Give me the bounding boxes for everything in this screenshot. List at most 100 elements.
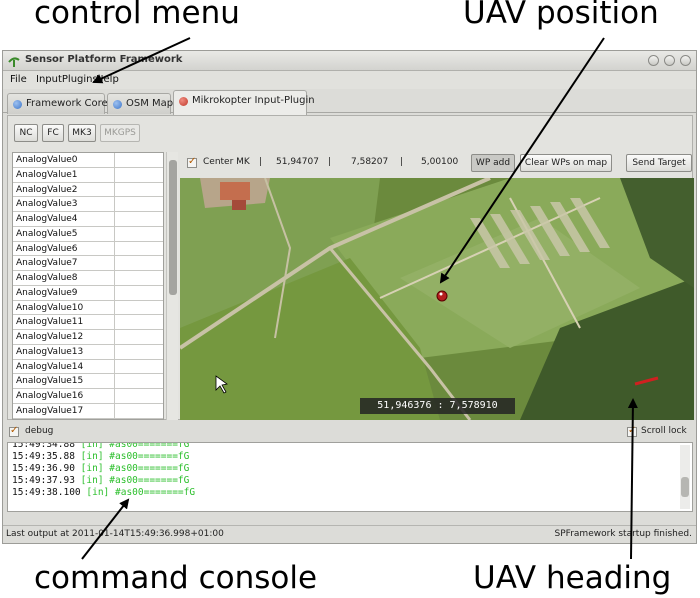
column-divider: [114, 167, 115, 182]
title-bar: Sensor Platform Framework: [3, 51, 696, 71]
list-item[interactable]: AnalogValue0: [13, 153, 163, 168]
list-item[interactable]: AnalogValue15: [13, 374, 163, 389]
fc-button[interactable]: FC: [42, 124, 64, 142]
annotation-uav-position: UAV position: [463, 0, 659, 31]
console-tag: [in]: [80, 475, 104, 486]
analog-value-label: AnalogValue2: [16, 184, 78, 195]
analog-values-list[interactable]: AnalogValue0 AnalogValue1 AnalogValue2 Anal…: [12, 152, 164, 420]
column-divider: [114, 389, 115, 403]
blue-ball-icon: [13, 100, 22, 109]
center-mk-checkbox[interactable]: [187, 156, 197, 168]
wp-add-button[interactable]: WP add: [471, 154, 515, 172]
longitude-value: 7,58207: [351, 157, 389, 167]
clear-wps-button[interactable]: Clear WPs on map: [520, 154, 612, 172]
list-item[interactable]: AnalogValue13: [13, 344, 163, 360]
list-item[interactable]: AnalogValue1: [13, 167, 163, 183]
command-console[interactable]: 15:49:34.88 [in] #as00=======fG 15:49:35.…: [7, 442, 693, 512]
analog-value-label: AnalogValue1: [16, 169, 78, 180]
close-button[interactable]: [680, 55, 691, 66]
scroll-lock-label: Scroll lock: [641, 426, 687, 436]
status-last-output: Last output at 2011-01-14T15:49:36.998+0…: [6, 529, 224, 539]
analog-value-label: AnalogValue16: [16, 391, 84, 401]
console-line: 15:49:38.100 [in] #as00=======fG: [12, 487, 195, 498]
console-scrollbar[interactable]: [680, 445, 690, 509]
console-tag: [in]: [80, 463, 104, 474]
menu-help[interactable]: Help: [96, 74, 119, 85]
map-imagery: [180, 178, 694, 420]
analog-value-label: AnalogValue12: [16, 332, 84, 342]
list-scrollbar[interactable]: [166, 152, 178, 420]
list-item[interactable]: AnalogValue9: [13, 285, 163, 301]
list-item[interactable]: AnalogValue6: [13, 241, 163, 257]
list-item[interactable]: AnalogValue14: [13, 359, 163, 375]
column-divider: [114, 285, 115, 300]
console-tag: [in]: [80, 451, 104, 462]
list-item[interactable]: AnalogValue5: [13, 226, 163, 242]
column-divider: [114, 271, 115, 285]
column-divider: [114, 226, 115, 241]
menu-file[interactable]: File: [10, 74, 27, 85]
console-line: 15:49:34.88 [in] #as00=======fG: [12, 442, 190, 450]
scrollbar-thumb[interactable]: [681, 477, 689, 497]
debug-label: debug: [25, 426, 54, 436]
list-item[interactable]: AnalogValue7: [13, 256, 163, 271]
console-tag: [in]: [80, 442, 104, 450]
console-message: #as00=======fG: [109, 442, 190, 450]
tab-mikrokopter-input-plugin[interactable]: Mikrokopter Input-Plugin: [173, 90, 315, 115]
menu-bar: File InputPlugins Help: [3, 71, 696, 89]
status-bar: Last output at 2011-01-14T15:49:36.998+0…: [3, 525, 696, 543]
analog-value-label: AnalogValue15: [16, 376, 84, 387]
maximize-button[interactable]: [664, 55, 675, 66]
console-timestamp: 15:49:34.88: [12, 442, 75, 450]
analog-value-label: AnalogValue13: [16, 346, 84, 357]
separator: |: [328, 157, 332, 167]
list-item[interactable]: AnalogValue10: [13, 300, 163, 316]
scrollbar-thumb[interactable]: [169, 160, 177, 295]
list-item[interactable]: AnalogValue2: [13, 182, 163, 198]
mk3-button[interactable]: MK3: [68, 124, 96, 142]
blue-ball-icon: [113, 100, 122, 109]
tab-label: Framework Core: [26, 98, 108, 109]
window-title: Sensor Platform Framework: [25, 54, 183, 65]
list-item[interactable]: AnalogValue17: [13, 403, 163, 419]
center-mk-label: Center MK: [203, 157, 250, 167]
analog-value-label: AnalogValue7: [16, 258, 78, 269]
list-item[interactable]: AnalogValue16: [13, 389, 163, 404]
tab-osm-map[interactable]: OSM Map: [107, 93, 173, 114]
column-divider: [114, 241, 115, 256]
analog-value-label: AnalogValue5: [16, 228, 78, 239]
tab-framework-core[interactable]: Framework Core: [7, 93, 108, 114]
separator: |: [259, 157, 263, 167]
annotation-command-console: command console: [34, 560, 318, 596]
console-line: 15:49:36.90 [in] #as00=======fG: [12, 463, 189, 474]
minimize-button[interactable]: [648, 55, 659, 66]
menu-input-plugins[interactable]: InputPlugins: [36, 74, 98, 85]
nc-button[interactable]: NC: [14, 124, 38, 142]
console-line: 15:49:37.93 [in] #as00=======fG: [12, 475, 189, 486]
column-divider: [114, 330, 115, 344]
scroll-lock-checkbox[interactable]: [627, 425, 637, 437]
separator: |: [400, 157, 404, 167]
satellite-dish-icon: [8, 57, 20, 67]
column-divider: [114, 153, 115, 167]
list-item[interactable]: AnalogValue4: [13, 212, 163, 227]
column-divider: [114, 374, 115, 388]
satellite-map[interactable]: 51,946376 : 7,578910: [180, 178, 694, 420]
console-options: debug Scroll lock: [7, 424, 693, 440]
plugin-panel: NC FC MK3 MKGPS AnalogValue0 AnalogValue1…: [7, 115, 694, 420]
column-divider: [114, 359, 115, 374]
list-item[interactable]: AnalogValue8: [13, 271, 163, 286]
mkgps-button[interactable]: MKGPS: [100, 124, 140, 142]
analog-value-label: AnalogValue3: [16, 199, 78, 210]
analog-value-label: AnalogValue0: [16, 155, 78, 165]
list-item[interactable]: AnalogValue11: [13, 315, 163, 330]
debug-checkbox[interactable]: [9, 425, 19, 437]
console-message: #as00=======fG: [115, 487, 196, 498]
console-timestamp: 15:49:36.90: [12, 463, 75, 474]
list-item[interactable]: AnalogValue12: [13, 330, 163, 345]
tab-label: Mikrokopter Input-Plugin: [192, 95, 315, 106]
send-target-button[interactable]: Send Target: [626, 154, 692, 172]
list-item[interactable]: AnalogValue3: [13, 197, 163, 212]
status-message: SPFramework startup finished.: [554, 529, 692, 539]
column-divider: [114, 197, 115, 211]
